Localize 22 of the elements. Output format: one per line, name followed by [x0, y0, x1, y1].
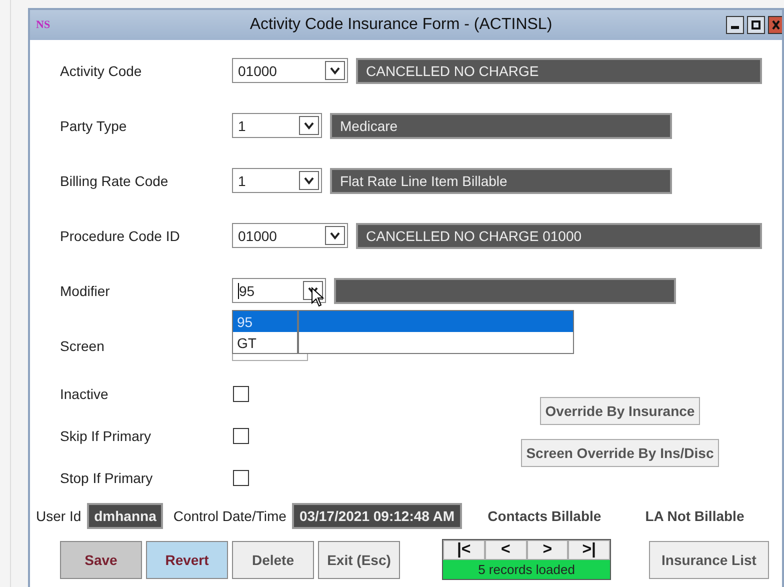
field-label: Screen [60, 338, 106, 354]
field-label: Modifier [60, 282, 111, 298]
field-label: User Id [36, 508, 82, 524]
description-field: CANCELLED NO CHARGE 01000 [356, 222, 762, 248]
checkbox-label: Inactive [60, 386, 110, 402]
field-label: Billing Rate Code [60, 172, 170, 188]
user-id-field: dmhanna [87, 503, 164, 529]
field-label: Party Type [60, 118, 128, 134]
date-time-field: 03/17/2021 09:12:48 AM [292, 503, 462, 529]
field-label: Control Date/Time [173, 508, 286, 524]
window-title: Activity Code Insurance Form - (ACTINSL) [248, 16, 554, 34]
description-field: Flat Rate Line Item Billable [330, 168, 672, 194]
status-text: 5 records loaded [443, 560, 610, 579]
status-label: Contacts Billable [488, 508, 602, 524]
field-label: Activity Code [60, 62, 143, 78]
description-field: Medicare [330, 112, 672, 138]
field-label: Procedure Code ID [60, 228, 181, 244]
app-logo: NS [36, 19, 52, 31]
description-field: CANCELLED NO CHARGE [356, 58, 762, 84]
status-label: LA Not Billable [645, 508, 744, 524]
checkbox-label: Stop If Primary [60, 470, 154, 486]
checkbox-label: Skip If Primary [60, 428, 152, 444]
